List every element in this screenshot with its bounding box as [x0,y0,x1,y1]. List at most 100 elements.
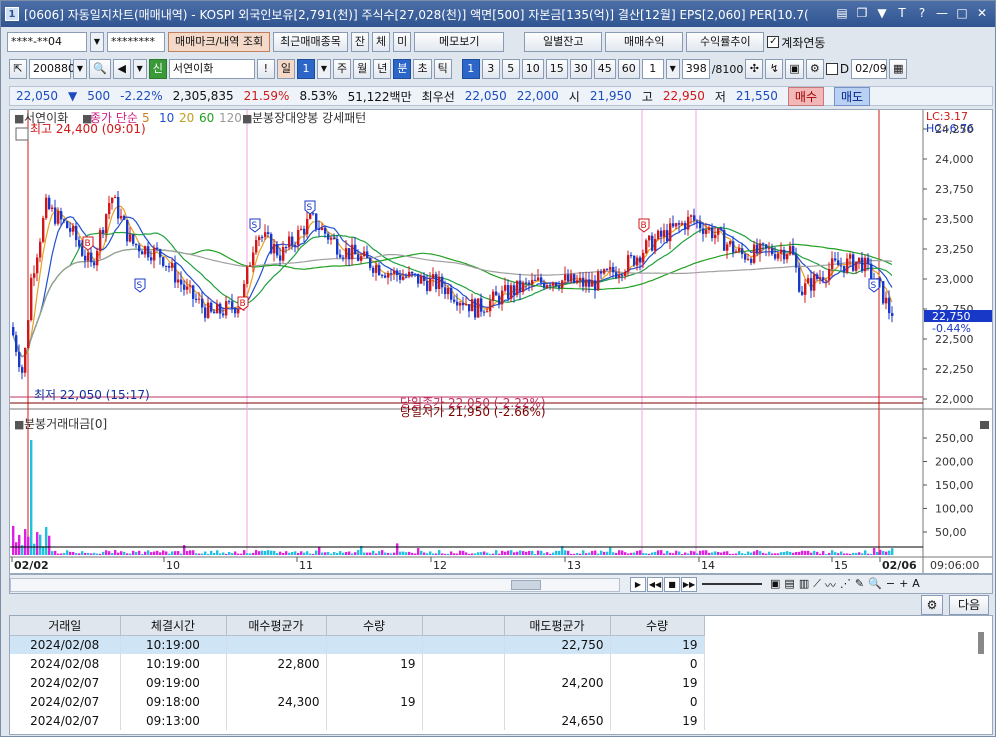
interval-dropdown-icon[interactable]: ▼ [665,59,680,79]
grid-toggle-icon[interactable] [15,127,29,141]
col-sell-qty[interactable]: 수량 [610,616,705,636]
date-checkbox[interactable] [825,63,838,75]
search-icon[interactable]: 🔍 [89,59,111,79]
count-input[interactable]: 398 [681,59,710,79]
layout-icon[interactable]: ▤ [835,5,849,21]
day-count-select[interactable]: 1 [296,59,315,79]
scroll-thumb[interactable] [511,580,541,590]
interval-5-button[interactable]: 5 [501,59,520,79]
chart-scrollbar[interactable] [10,578,620,592]
candle-body [33,273,36,278]
calendar-icon[interactable]: ▦ [889,59,908,79]
checkbox-checked-icon[interactable]: ✓ [767,36,780,48]
candle-chart[interactable]: BSBSSBS ■ 서연이화 ■ 종가 단순 5 10 20 60 120 ■ … [9,109,993,574]
text-tool-icon[interactable]: A [912,577,920,593]
trade-mark-query-button[interactable]: 매매마크/내역 조회 [168,32,271,52]
daily-balance-button[interactable]: 일별잔고 [524,32,603,52]
code-dropdown-icon[interactable]: ▼ [73,59,87,79]
memo-button[interactable]: 메모보기 [414,32,505,52]
table-settings-icon[interactable]: ⚙ [921,595,943,615]
speaker-dropdown-icon[interactable]: ▼ [132,59,147,79]
indicator-icon[interactable]: ↯ [765,59,784,79]
interval-3-button[interactable]: 3 [481,59,500,79]
col-buy-avg[interactable]: 매수평균가 [226,616,327,636]
table-row[interactable]: 2024/02/07 09:18:00 24,300 19 0 [10,692,705,711]
stop-icon[interactable]: ■ [664,577,680,592]
account-input[interactable]: ****-**04 [7,32,87,52]
interval-15-button[interactable]: 15 [545,59,568,79]
interval-1-button[interactable]: 1 [461,59,480,79]
next-button[interactable]: 다음 [949,595,989,615]
volume-bar [228,551,231,555]
zoom-icon[interactable]: 🔍 [868,577,882,593]
table-scrollbar[interactable] [978,632,984,654]
zoom-out-icon[interactable]: − [886,577,895,593]
interval-30-button[interactable]: 30 [569,59,592,79]
multi-line-icon[interactable]: ⋰ [840,577,851,593]
close-icon[interactable]: ✕ [975,5,989,21]
year-button[interactable]: 년 [373,59,392,79]
crosshair-icon[interactable]: ✣ [745,59,764,79]
table-row[interactable]: 2024/02/08 10:19:00 22,750 19 [10,635,705,654]
interval-60-button[interactable]: 60 [617,59,640,79]
table-row[interactable]: 2024/02/07 09:19:00 24,200 19 [10,673,705,692]
minimize-icon[interactable]: — [935,5,949,21]
col-exec-time[interactable]: 체결시간 [120,616,227,636]
line-tool-icon[interactable]: ⟋ [813,577,821,593]
second-button[interactable]: 초 [413,59,432,79]
password-input[interactable]: ******** [107,32,165,52]
balance-button[interactable]: 잔 [350,32,370,52]
col-trade-date[interactable]: 거래일 [10,616,121,636]
save-icon[interactable]: ▣ [785,59,804,79]
split-icon[interactable]: ▥ [799,577,809,593]
recent-trades-button[interactable]: 최근매매종목 [273,32,348,52]
interval-10-button[interactable]: 10 [521,59,544,79]
current-pct-tag: -0.44% [932,322,971,335]
maximize-icon[interactable]: □ [955,5,969,21]
zoom-in-icon[interactable]: + [899,577,908,593]
col-buy-qty[interactable]: 수량 [326,616,423,636]
unfilled-button[interactable]: 미 [393,32,412,52]
executed-button[interactable]: 체 [372,32,391,52]
buy-button[interactable]: 매수 [787,86,824,106]
volume-axis-label: 150,00 [935,479,974,492]
volume-bar [78,553,81,555]
interval-input[interactable]: 1 [641,59,664,79]
tick-button[interactable]: 틱 [433,59,452,79]
interval-45-button[interactable]: 45 [593,59,616,79]
chart-canvas[interactable]: BSBSSBS ■ 서연이화 ■ 종가 단순 5 10 20 60 120 ■ … [10,110,992,573]
day-period-button[interactable]: 일 [276,59,295,79]
account-dropdown-icon[interactable]: ▼ [90,32,104,52]
step-back-icon[interactable]: ◀◀ [647,577,663,592]
col-sell-avg[interactable]: 매도평균가 [504,616,611,636]
ma120-label: 120 [219,111,242,125]
draw-icon[interactable]: ✎ [855,577,864,593]
table-row[interactable]: 2024/02/08 10:19:00 22,800 19 0 [10,654,705,673]
sell-button[interactable]: 매도 [834,86,871,106]
return-trend-button[interactable]: 수익률추이 [686,32,765,52]
window-icon[interactable]: ▤ [784,577,794,593]
settings-gear-icon[interactable]: ⚙ [805,59,824,79]
play-icon[interactable]: ▶ [630,577,646,592]
font-icon[interactable]: T [895,5,909,21]
volume-panel-close-icon[interactable] [980,421,989,429]
table-row[interactable]: 2024/02/07 09:13:00 24,650 19 [10,711,705,730]
account-link-checkbox[interactable]: ✓ 계좌연동 [767,34,825,51]
help-icon[interactable]: ? [915,5,929,21]
trade-profit-button[interactable]: 매매수익 [605,32,684,52]
date-input[interactable]: 02/09 [851,59,888,79]
week-button[interactable]: 주 [332,59,352,79]
day-count-dropdown-icon[interactable]: ▼ [316,59,331,79]
speed-slider[interactable] [702,583,762,585]
speaker-icon[interactable]: ◀ [112,59,131,79]
step-forward-icon[interactable]: ▶▶ [681,577,697,592]
month-button[interactable]: 월 [353,59,372,79]
pin-icon[interactable]: ▼ [875,5,889,21]
overlay-icon[interactable]: ▣ [770,577,780,593]
restore-icon[interactable]: ❐ [855,5,869,21]
wave-tool-icon[interactable]: 〰 [825,577,836,593]
stock-code-input[interactable]: 200880 [29,59,75,79]
code-list-icon[interactable]: ⇱ [9,59,27,79]
minute-button[interactable]: 분 [393,59,412,79]
warning-button[interactable]: ! [256,59,275,79]
